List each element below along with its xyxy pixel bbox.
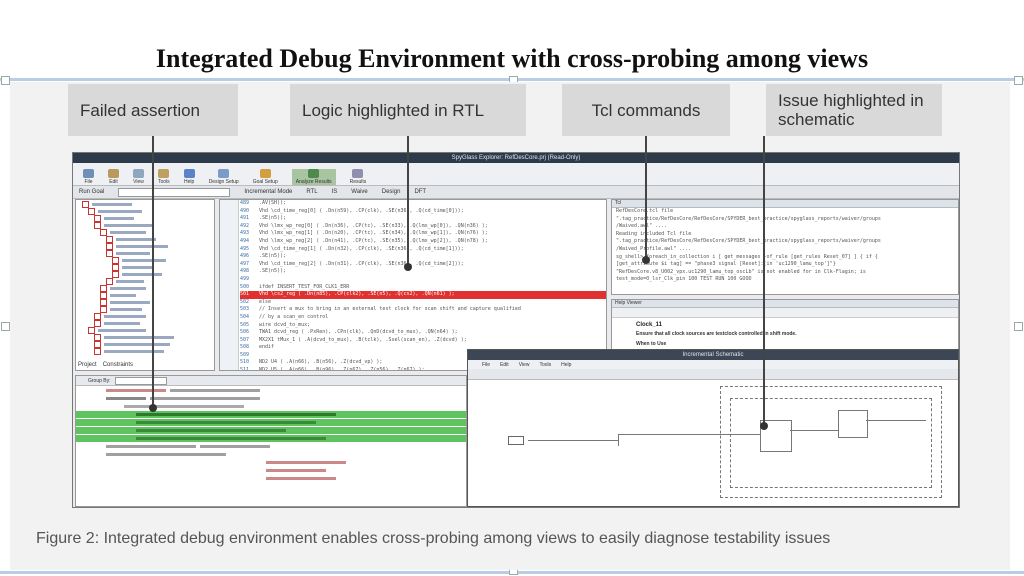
help-when-to-use: When to Use [636,341,667,347]
tab-project[interactable]: Project [78,362,97,368]
slide-title: Integrated Debug Environment with cross-… [155,44,869,73]
group-by-select[interactable] [114,376,167,385]
toolbar-results[interactable]: Results [350,169,366,185]
resize-handle-left[interactable] [1,322,10,331]
toolbar-view[interactable]: View [133,169,144,185]
help-rule-title: Clock_11 [636,322,663,328]
callout-failed-assertion: Failed assertion [68,84,238,136]
pointer-dot-failed-assertion [149,404,157,412]
schematic-title: Incremental Schematic [468,350,958,360]
toolbar-file[interactable]: File [83,169,94,185]
callout-schematic: Issue highlighted in schematic [766,84,942,136]
toolbar-design-setup[interactable]: Design Setup [209,169,239,185]
toolbar-tools[interactable]: Tools [158,169,170,185]
view-btn-is[interactable]: IS [332,189,338,195]
resize-handle-top-right[interactable] [1014,76,1023,85]
pointer-dot-rtl [404,263,412,271]
toolbar-help[interactable]: Help [183,169,195,185]
messages-pane[interactable]: Group By: [75,375,467,507]
view-btn-design[interactable]: Design [382,189,401,195]
pointer-rtl [407,136,409,266]
schematic-menu-edit[interactable]: Edit [500,362,509,368]
rtl-highlighted-line[interactable]: 501 Vhd \cs2_reg ( .Dn(n85), .CP(clk2), … [240,291,606,299]
schematic-menu-file[interactable]: File [482,362,490,368]
window-title: SpyGlass Explorer: RefDesCore.prj (Read-… [73,153,959,163]
goal-bar: Run Goal Incremental Mode RTL IS Waive D… [73,186,959,199]
code-gutter [220,200,239,370]
view-btn-dft[interactable]: DFT [414,189,426,195]
run-goal-label[interactable]: Run Goal [79,189,104,195]
pointer-dot-tcl [642,256,650,264]
figure-caption: Figure 2: Integrated debug environment e… [36,530,831,547]
callout-tcl: Tcl commands [562,84,730,136]
callout-rtl: Logic highlighted in RTL [290,84,526,136]
toolbar-edit[interactable]: Edit [108,169,119,185]
incremental-mode-toggle[interactable]: Incremental Mode [244,189,292,195]
group-by-label: Group By: [88,377,111,384]
pointer-failed-assertion [152,136,154,408]
view-btn-waive[interactable]: Waive [351,189,367,195]
pointer-tcl [645,136,647,260]
schematic-menu-help[interactable]: Help [561,362,571,368]
schematic-menu-view[interactable]: View [519,362,530,368]
toolbar-goal-setup[interactable]: Goal Setup [253,169,278,185]
schematic-menu-tools[interactable]: Tools [539,362,551,368]
failed-assertion-row[interactable] [76,411,466,418]
schematic-port[interactable] [508,436,524,445]
pointer-schematic [763,136,765,426]
tcl-console-pane[interactable]: Tcl RefDesCore.tcl file ".tag_practice/R… [611,199,959,295]
help-rule-description: Ensure that all clock sources are testcl… [636,331,797,337]
goal-select[interactable] [118,187,231,197]
tool-window: SpyGlass Explorer: RefDesCore.prj (Read-… [72,152,960,508]
design-tree-pane[interactable]: Project Constraints [75,199,215,371]
schematic-window[interactable]: Incremental Schematic File Edit View Too… [467,349,959,507]
resize-handle-right[interactable] [1014,322,1023,331]
rtl-code-pane[interactable]: 489 .AV(SH)); 490 Vhd \cd_time_reg[0] ( … [219,199,607,371]
pointer-dot-schematic [760,422,768,430]
tab-constraints[interactable]: Constraints [103,362,133,368]
view-btn-rtl[interactable]: RTL [306,189,317,195]
resize-handle-top-left[interactable] [1,76,10,85]
toolbar-analyze-results[interactable]: Analyze Results [291,169,336,185]
main-toolbar: File Edit View Tools Help Design Setup G… [73,163,959,186]
